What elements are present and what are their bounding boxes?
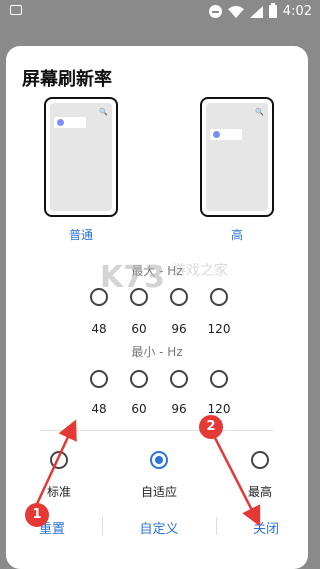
svg-text:游戏之家: 游戏之家: [172, 262, 228, 279]
search-icon: 🔍: [99, 108, 108, 116]
status-time: 4:02: [282, 4, 312, 19]
max-option-120: 120: [207, 322, 231, 336]
preview-screen: 🔍: [50, 103, 112, 211]
mode-radio-adaptive[interactable]: [150, 451, 168, 469]
status-icons: 4:02: [208, 3, 312, 19]
max-option-48: 48: [91, 322, 107, 336]
min-option-48: 48: [91, 402, 107, 416]
preview-high[interactable]: 🔍: [200, 97, 274, 217]
preview-search-bar: [210, 129, 242, 140]
preview-screen: 🔍: [206, 103, 268, 211]
annotation-marker-1: 1: [25, 503, 49, 527]
signal-icon: [249, 5, 263, 18]
footer-separator: [102, 517, 103, 535]
battery-icon: [268, 3, 277, 18]
preview-normal[interactable]: 🔍: [44, 97, 118, 217]
close-button[interactable]: 关闭: [226, 518, 306, 537]
max-option-96: 96: [171, 322, 187, 336]
mode-radio-highest[interactable]: [251, 451, 269, 469]
mode-label-standard: 标准: [46, 485, 71, 499]
min-radio-96[interactable]: [170, 370, 188, 388]
max-option-60: 60: [131, 322, 147, 336]
preview-search-bar: [54, 117, 86, 128]
preview-label-normal[interactable]: 普通: [44, 226, 118, 243]
search-icon: 🔍: [255, 108, 264, 116]
dialog-title: 屏幕刷新率: [22, 69, 112, 90]
wifi-icon: [227, 5, 244, 18]
image-icon: [10, 5, 22, 15]
watermark-logo: K73 游戏之家: [100, 260, 228, 295]
svg-text:K73: K73: [100, 260, 165, 295]
mode-radio-standard[interactable]: [50, 451, 68, 469]
divider: [40, 430, 274, 431]
footer-separator: [216, 517, 217, 535]
dnd-icon: [208, 5, 222, 18]
avatar-dot: [213, 131, 220, 138]
min-option-120: 120: [207, 402, 231, 416]
min-hz-label: 最小 - Hz: [131, 345, 183, 359]
min-radio-60[interactable]: [130, 370, 148, 388]
custom-button[interactable]: 自定义: [119, 518, 199, 537]
avatar-dot: [57, 119, 64, 126]
preview-label-high[interactable]: 高: [200, 226, 274, 243]
mode-label-adaptive: 自适应: [140, 485, 177, 499]
min-option-96: 96: [171, 402, 187, 416]
status-bar: 4:02: [0, 0, 320, 24]
refresh-rate-dialog: 屏幕刷新率 🔍 普通 🔍 高 最大 - Hz 48 60 96 120 最小 -…: [6, 46, 308, 569]
reset-button[interactable]: 重置: [12, 518, 92, 537]
min-option-60: 60: [131, 402, 147, 416]
min-radio-48[interactable]: [90, 370, 108, 388]
annotation-marker-2: 2: [199, 415, 223, 439]
mode-label-highest: 最高: [247, 485, 272, 499]
min-radio-120[interactable]: [210, 370, 228, 388]
